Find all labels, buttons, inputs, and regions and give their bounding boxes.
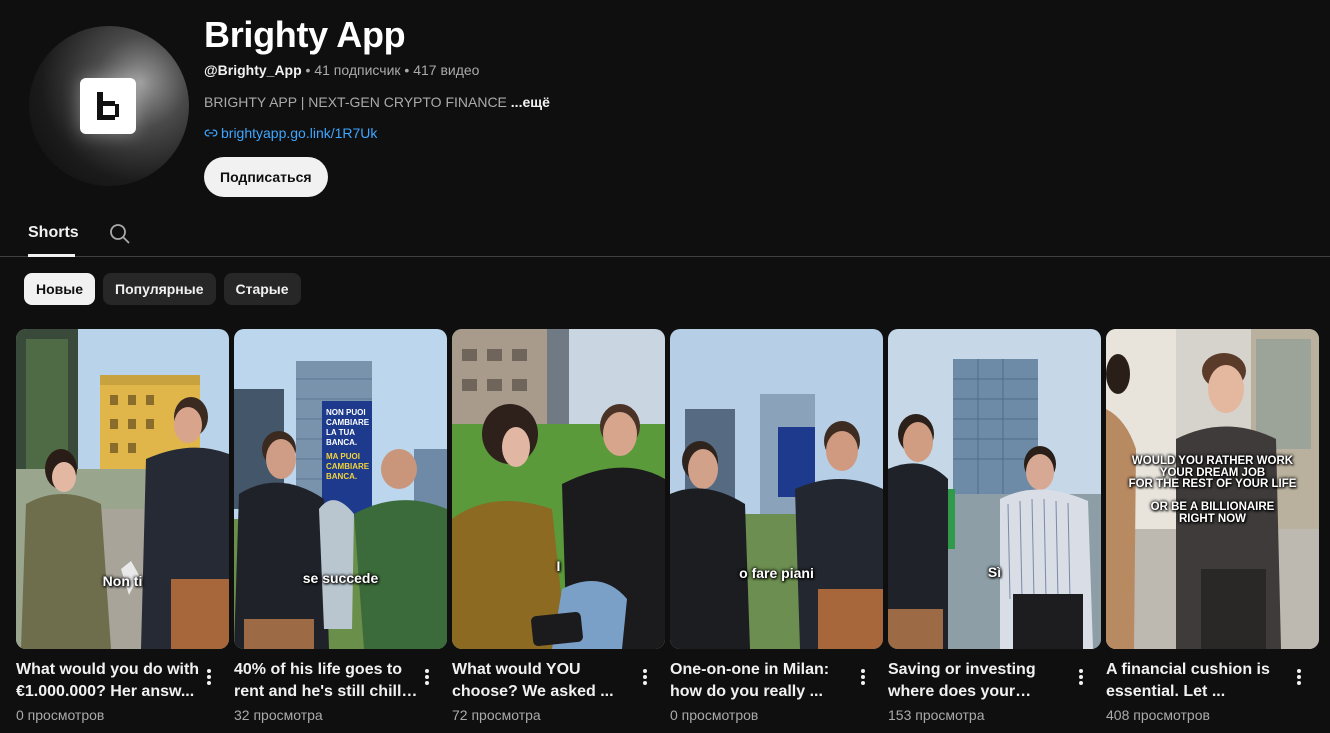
chip-newest[interactable]: Новые — [24, 273, 96, 305]
short-views: 0 просмотров — [16, 707, 105, 723]
short-thumbnail[interactable]: Sì — [888, 329, 1101, 649]
link-icon — [204, 129, 218, 137]
short-title[interactable]: What would you do with €1.000.000? Her a… — [16, 659, 201, 703]
billboard-line: MA PUOI — [326, 452, 360, 461]
channel-avatar[interactable] — [29, 26, 189, 186]
short-thumbnail[interactable]: I — [452, 329, 665, 649]
more-options-icon[interactable] — [1072, 665, 1090, 689]
short-item[interactable]: Non ti What would you do with €1.000.000… — [16, 329, 229, 723]
more-link[interactable]: ...ещё — [511, 94, 550, 110]
short-views: 72 просмотра — [452, 707, 541, 723]
short-thumbnail[interactable]: Would you rather work your dream job for… — [1106, 329, 1319, 649]
channel-handle: @Brighty_App — [204, 62, 302, 78]
billboard-line: CAMBIARE — [326, 418, 370, 427]
thumbnail-image — [452, 329, 665, 649]
short-item[interactable]: NON PUOI CAMBIARE LA TUA BANCA. MA PUOI … — [234, 329, 447, 723]
more-options-icon[interactable] — [636, 665, 654, 689]
more-options-icon[interactable] — [1290, 665, 1308, 689]
thumbnail-caption: I — [556, 558, 561, 574]
link-text[interactable]: brightyapp.go.link/1R7Uk — [221, 125, 377, 141]
short-views: 153 просмотра — [888, 707, 985, 723]
short-views: 0 просмотров — [670, 707, 759, 723]
search-icon[interactable] — [108, 222, 132, 246]
short-item[interactable]: Would you rather work your dream job for… — [1106, 329, 1319, 723]
tab-shorts[interactable]: Shorts — [28, 224, 79, 254]
thumbnail-caption: se succede — [302, 570, 379, 586]
subscriber-count: 41 подписчик — [314, 62, 401, 78]
subscribe-button[interactable]: Подписаться — [204, 157, 328, 197]
thumbnail-caption: Non ti — [102, 573, 143, 589]
sort-chips: Новые Популярные Старые — [24, 273, 301, 305]
thumbnail-caption: Would you rather work your dream job for… — [1128, 455, 1297, 525]
short-thumbnail[interactable]: o fare piani — [670, 329, 883, 649]
brighty-logo-icon — [80, 78, 136, 134]
short-item[interactable]: Sì Saving or investing where does your m… — [888, 329, 1101, 723]
short-item[interactable]: o fare piani One-on-one in Milan: how do… — [670, 329, 883, 723]
thumbnail-image — [670, 329, 883, 649]
channel-tabs: Shorts — [0, 212, 1330, 257]
billboard-line: LA TUA — [326, 428, 355, 437]
meta-separator: • — [404, 62, 414, 78]
channel-description[interactable]: BRIGHTY APP | NEXT-GEN CRYPTO FINANCE ..… — [204, 94, 550, 110]
video-count: 417 видео — [413, 62, 480, 78]
more-options-icon[interactable] — [200, 665, 218, 689]
billboard-line: NON PUOI — [326, 408, 366, 417]
short-item[interactable]: I What would YOU choose? We asked ... 72… — [452, 329, 665, 723]
billboard-line: BANCA. — [326, 472, 357, 481]
short-views: 408 просмотров — [1106, 707, 1210, 723]
thumbnail-image — [16, 329, 229, 649]
billboard-line: CAMBIARE — [326, 462, 370, 471]
channel-meta: @Brighty_App • 41 подписчик • 417 видео — [204, 62, 479, 78]
more-options-icon[interactable] — [854, 665, 872, 689]
thumbnail-image — [888, 329, 1101, 649]
thumbnail-caption: o fare piani — [739, 565, 814, 581]
short-title[interactable]: What would YOU choose? We asked ... — [452, 659, 637, 703]
short-thumbnail[interactable]: Non ti — [16, 329, 229, 649]
active-tab-indicator — [28, 254, 75, 257]
short-title[interactable]: 40% of his life goes to rent and he's st… — [234, 659, 419, 703]
short-title[interactable]: Saving or investing where does your mone… — [888, 659, 1073, 703]
short-thumbnail[interactable]: NON PUOI CAMBIARE LA TUA BANCA. MA PUOI … — [234, 329, 447, 649]
channel-name: Brighty App — [204, 14, 406, 55]
chip-oldest[interactable]: Старые — [223, 273, 301, 305]
thumbnail-caption: Sì — [987, 564, 1002, 580]
billboard-line: BANCA. — [326, 438, 357, 447]
more-options-icon[interactable] — [418, 665, 436, 689]
short-title[interactable]: A financial cushion is essential. Let ..… — [1106, 659, 1291, 703]
channel-link[interactable]: brightyapp.go.link/1R7Uk — [204, 125, 377, 141]
description-text: BRIGHTY APP | NEXT-GEN CRYPTO FINANCE — [204, 94, 507, 110]
thumbnail-image: NON PUOI CAMBIARE LA TUA BANCA. MA PUOI … — [234, 329, 447, 649]
short-views: 32 просмотра — [234, 707, 323, 723]
short-title[interactable]: One-on-one in Milan: how do you really .… — [670, 659, 855, 703]
chip-popular[interactable]: Популярные — [103, 273, 216, 305]
